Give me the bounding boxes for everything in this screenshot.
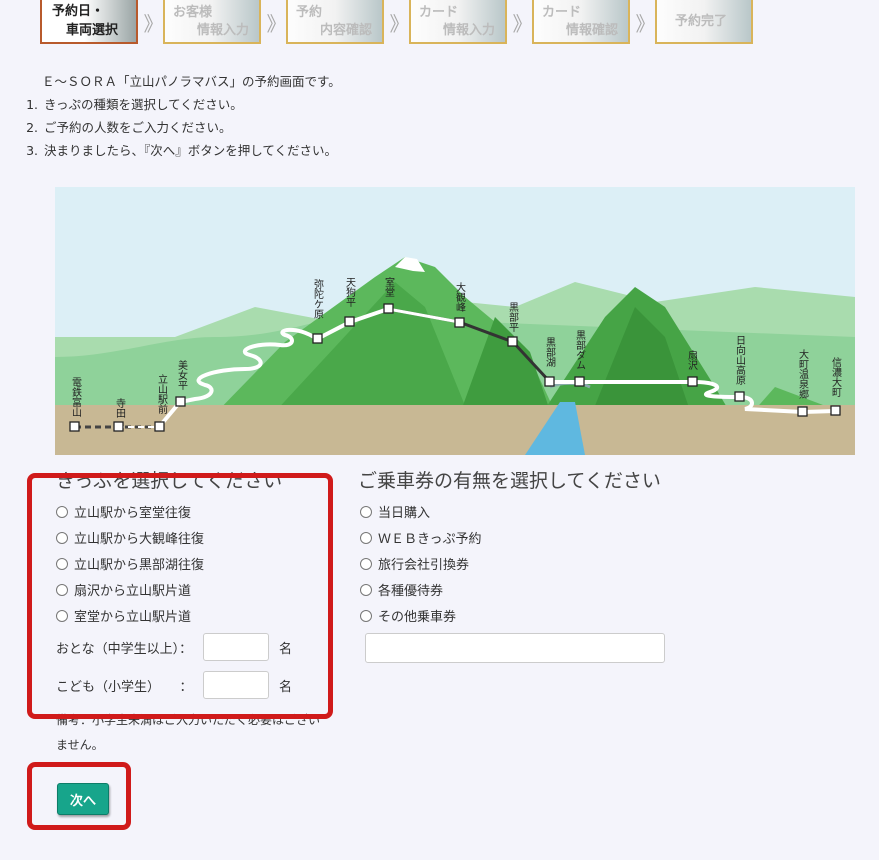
highlight-box [27,473,333,719]
instruction-item: 決まりましたら、『次へ』ボタンを押してください。 [42,139,341,162]
radio-button[interactable] [360,609,372,622]
ride-option-web[interactable]: ＷＥＢきっぷ予約 [360,528,481,547]
step-label-line1: カード [419,5,459,20]
station-label: 扇沢 [686,349,698,371]
station-label: 美女平 [176,359,188,391]
station-label: 寺田 [114,398,126,418]
step-label-line1: カード [542,5,582,20]
station-label: 黒部平 [507,302,519,333]
station-label: 大観峰 [454,281,466,312]
chevron-right-icon: 》 [143,11,164,36]
step-date-vehicle: 予約日・ 車両選択 [40,0,138,44]
step-card-confirm: カード 情報確認 [532,0,630,44]
station-label: 黒部ダム [574,330,586,370]
step-confirm: 予約 内容確認 [286,0,384,44]
station-label: 黒部湖 [544,337,556,368]
option-label: その他乗車券 [378,610,457,625]
step-label-line1: お客様 [173,5,213,20]
instruction-item: きっぷの種類を選択してください。 [42,93,341,116]
ride-option-other[interactable]: その他乗車券 [360,606,456,625]
step-label-line1: 予約日・ [52,4,105,19]
highlight-box [27,762,131,830]
option-label: 旅行会社引換券 [378,558,470,573]
ride-option-travel-agency[interactable]: 旅行会社引換券 [360,554,469,573]
station-label: 信濃大町 [830,357,842,397]
ride-ticket-section-title: ご乗車券の有無を選択してください [358,470,661,492]
radio-button[interactable] [360,583,372,596]
step-complete: 予約完了 [655,0,753,44]
ride-option-discount[interactable]: 各種優待券 [360,580,443,599]
ride-option-same-day[interactable]: 当日購入 [360,502,430,521]
other-ticket-input[interactable] [365,633,665,663]
chevron-right-icon: 》 [512,11,533,36]
radio-button[interactable] [360,505,372,518]
step-label-line2: 情報入力 [196,23,249,38]
station-label: 立山駅前 [156,373,168,415]
instruction-item: ご予約の人数をご入力ください。 [42,116,341,139]
step-label-line1: 予約 [296,5,323,20]
station-label: 室堂 [383,276,395,297]
step-label-line2: 内容確認 [319,23,372,38]
step-progress-bar: 予約日・ 車両選択 》 お客様 情報入力 》 予約 内容確認 》 カード 情報入… [40,0,753,46]
option-label: ＷＥＢきっぷ予約 [378,532,482,547]
step-label-line2: 車両選択 [66,23,119,38]
station-label: 大町温泉郷 [797,348,809,400]
station-label: 日向山高原 [734,335,746,385]
option-label: 各種優待券 [378,584,444,599]
step-label-line2: 情報入力 [442,23,495,38]
radio-button[interactable] [360,557,372,570]
step-card-input: カード 情報入力 [409,0,507,44]
chevron-right-icon: 》 [389,11,410,36]
step-label-line2: 情報確認 [565,23,618,38]
chevron-right-icon: 》 [635,11,656,36]
step-customer-info: お客様 情報入力 [163,0,261,44]
radio-button[interactable] [360,531,372,544]
route-map-illustration: 電鉄富山 寺田 立山駅前 美女平 弥陀ケ原 天狗平 室堂 大観峰 黒部平 黒部湖… [55,187,855,455]
instructions: Ｅ～ＳＯＲＡ「立山パノラマバス」の予約画面です。 きっぷの種類を選択してください… [20,70,341,162]
step-label-line1: 予約完了 [675,14,728,29]
instructions-list: きっぷの種類を選択してください。 ご予約の人数をご入力ください。 決まりましたら… [20,93,341,162]
option-label: 当日購入 [378,506,431,521]
chevron-right-icon: 》 [266,11,287,36]
station-label: 電鉄富山 [70,377,82,417]
station-label: 弥陀ケ原 [312,278,324,319]
instructions-lead: Ｅ～ＳＯＲＡ「立山パノラマバス」の予約画面です。 [42,74,341,89]
station-label: 天狗平 [344,277,356,308]
